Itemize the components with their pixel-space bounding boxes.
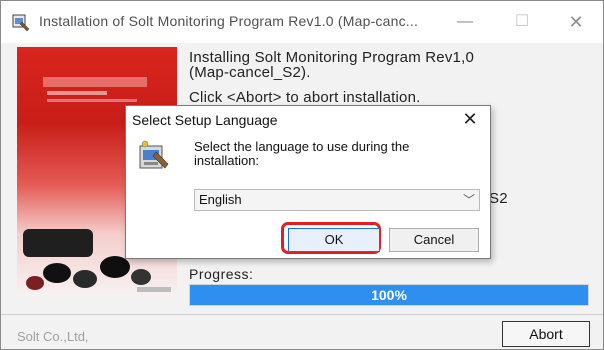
cancel-button[interactable]: Cancel bbox=[389, 228, 479, 252]
title-bar: Installation of Solt Monitoring Program … bbox=[1, 1, 603, 43]
chevron-down-icon: ﹀ bbox=[462, 193, 475, 207]
abort-button[interactable]: Abort bbox=[502, 321, 590, 347]
select-language-dialog: Select Setup Language ✕ Select the langu… bbox=[125, 105, 491, 259]
footer-divider bbox=[1, 314, 603, 315]
minimize-button[interactable]: — bbox=[450, 9, 480, 35]
company-name: Solt Co.,Ltd, bbox=[17, 329, 89, 344]
progress-label: Progress: bbox=[189, 266, 254, 282]
progress-bar: 100% bbox=[189, 284, 589, 306]
close-button[interactable]: ✕ bbox=[561, 9, 591, 35]
maximize-button[interactable]: ☐ bbox=[507, 9, 537, 35]
setup-package-icon bbox=[139, 140, 169, 169]
window-title: Installation of Solt Monitoring Program … bbox=[39, 13, 419, 29]
abort-instruction: Click <Abort> to abort installation. bbox=[189, 89, 421, 106]
dialog-title: Select Setup Language bbox=[132, 112, 278, 128]
installer-window: Installation of Solt Monitoring Program … bbox=[0, 0, 604, 350]
language-select[interactable]: English ﹀ bbox=[194, 189, 480, 211]
installing-message-line2: (Map-cancel_S2). bbox=[189, 64, 311, 81]
installer-app-icon bbox=[12, 14, 30, 32]
ok-button[interactable]: OK bbox=[288, 228, 380, 252]
dialog-message: Select the language to use during the in… bbox=[194, 139, 410, 168]
dialog-close-button[interactable]: ✕ bbox=[458, 108, 482, 130]
language-select-value: English bbox=[199, 192, 242, 207]
progress-percent: 100% bbox=[371, 287, 407, 303]
partial-status-text: S2 bbox=[489, 190, 508, 207]
